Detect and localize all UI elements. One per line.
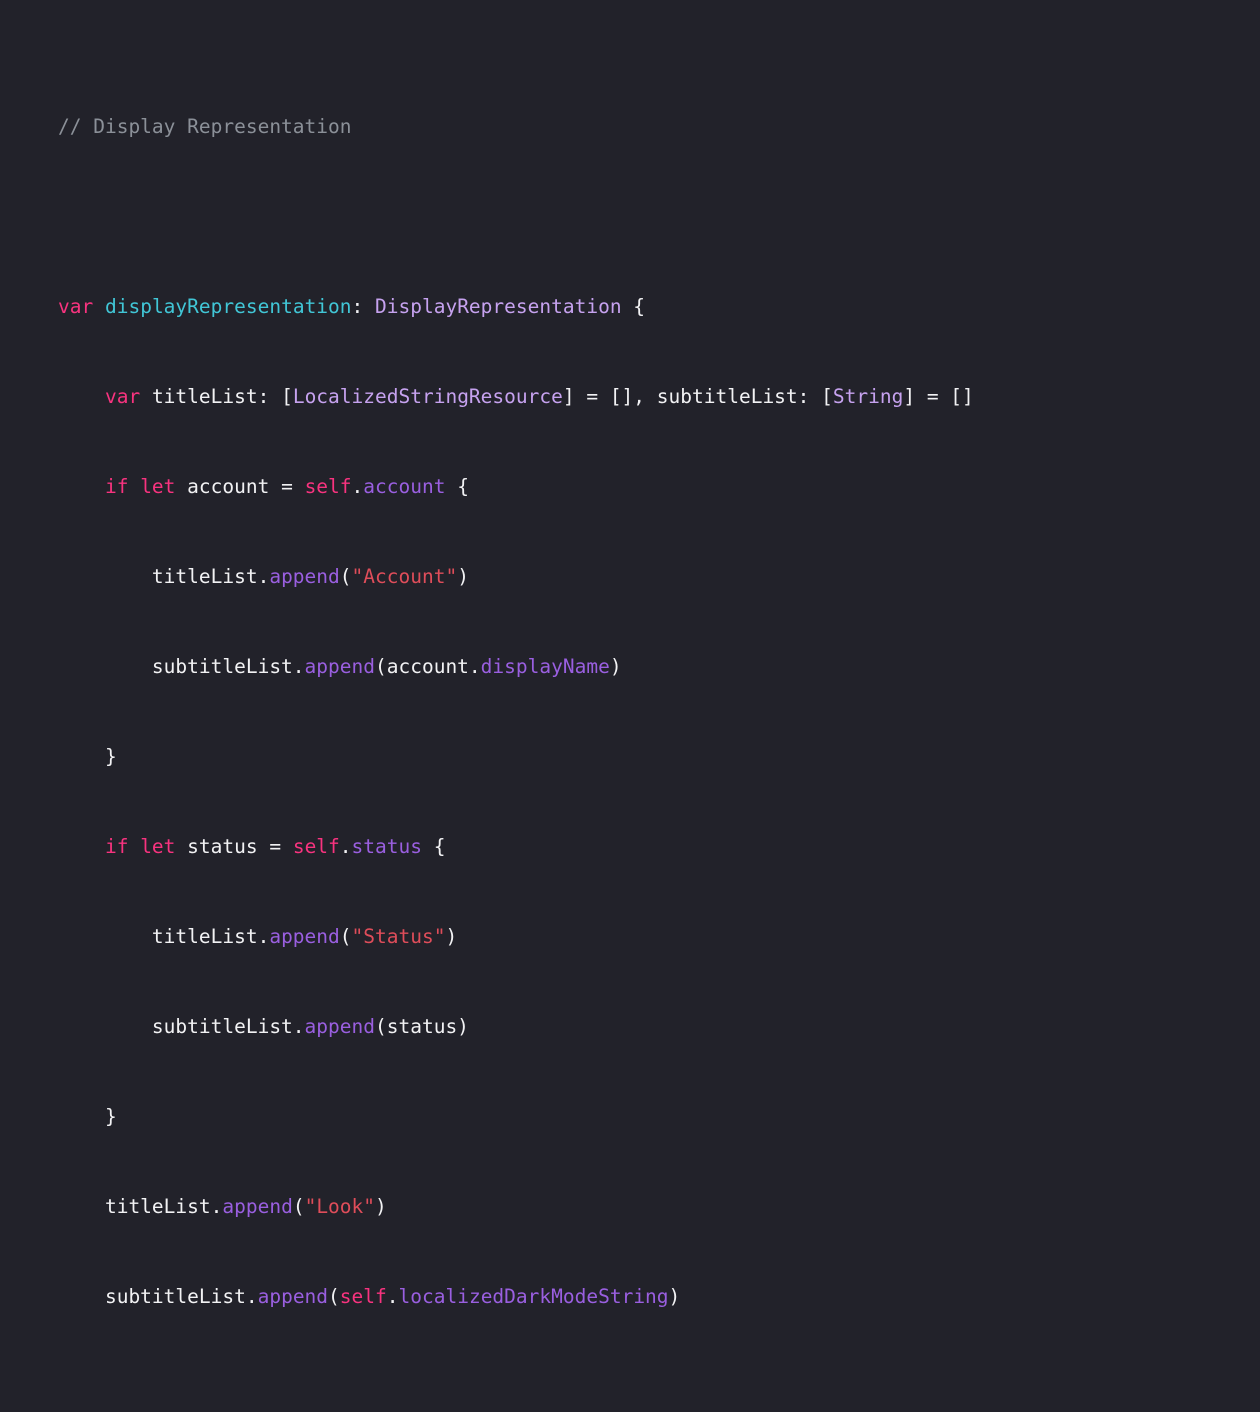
code-token: self (304, 475, 352, 498)
code-token: displayRepresentation (104, 295, 352, 318)
code-token: { (422, 835, 446, 858)
code-token: ) (668, 1285, 681, 1308)
code-line: var displayRepresentation: DisplayRepres… (58, 292, 1260, 322)
code-token: } (58, 745, 117, 768)
code-token: ] = [], subtitleList: [ (562, 385, 833, 408)
code-token: subtitleList. (58, 1285, 258, 1308)
code-line: } (58, 742, 1260, 772)
code-token: displayName (480, 655, 610, 678)
code-token: ) (445, 925, 458, 948)
code-token: append (269, 565, 340, 588)
code-line: if let status = self.status { (58, 832, 1260, 862)
code-token: ) (375, 1195, 387, 1218)
code-editor-surface: // Display Representation var displayRep… (0, 0, 1260, 1412)
code-token: var (104, 385, 141, 408)
code-token: self (339, 1285, 387, 1308)
code-token: status (351, 835, 422, 858)
code-line: titleList.append("Status") (58, 922, 1260, 952)
code-token: } (58, 1105, 117, 1128)
code-token: ] = [] (903, 385, 974, 408)
code-token: . (351, 475, 364, 498)
code-token: titleList. (58, 565, 270, 588)
code-token: titleList: [ (140, 385, 293, 408)
code-token: account (363, 475, 446, 498)
code-token: titleList. (58, 1195, 223, 1218)
code-token: String (832, 385, 904, 408)
code-token: : (351, 295, 376, 318)
code-token: ) (457, 565, 469, 588)
code-token: (status) (375, 1015, 469, 1038)
code-token: "Look" (304, 1195, 376, 1218)
code-token: // Display Representation (58, 115, 352, 138)
code-token: account = (175, 475, 305, 498)
code-token: status = (175, 835, 293, 858)
code-token: ( (292, 1195, 305, 1218)
code-line: subtitleList.append(account.displayName) (58, 652, 1260, 682)
code-token: . (386, 1285, 399, 1308)
code-token: ) (609, 655, 622, 678)
code-line: // Display Representation (58, 112, 1260, 142)
code-token: append (304, 655, 375, 678)
code-token: subtitleList. (58, 655, 305, 678)
code-line: titleList.append("Account") (58, 562, 1260, 592)
code-token: append (269, 925, 340, 948)
code-token: var (58, 295, 94, 318)
code-line: if let account = self.account { (58, 472, 1260, 502)
code-token: append (257, 1285, 329, 1308)
code-token: self (292, 835, 340, 858)
code-token: localizedDarkModeString (398, 1285, 669, 1308)
code-token: if let (104, 835, 176, 858)
code-line: subtitleList.append(self.localizedDarkMo… (58, 1282, 1260, 1312)
code-token: append (304, 1015, 375, 1038)
code-token: { (445, 475, 469, 498)
code-token: subtitleList. (58, 1015, 305, 1038)
code-line: subtitleList.append(status) (58, 1012, 1260, 1042)
code-line: titleList.append("Look") (58, 1192, 1260, 1222)
code-line: } (58, 1102, 1260, 1132)
code-token: ( (339, 565, 352, 588)
code-token: if let (104, 475, 176, 498)
code-token: ( (328, 1285, 340, 1308)
code-token: titleList. (58, 925, 270, 948)
code-line: var titleList: [LocalizedStringResource]… (58, 382, 1260, 412)
code-token: ( (339, 925, 352, 948)
code-token: append (222, 1195, 293, 1218)
code-token: LocalizedStringResource (292, 385, 563, 408)
code-token: { (621, 295, 646, 318)
code-token: "Status" (351, 925, 446, 948)
code-token: "Account" (351, 565, 458, 588)
code-token: DisplayRepresentation (375, 295, 622, 318)
code-token: . (339, 835, 352, 858)
code-token: (account. (375, 655, 481, 678)
